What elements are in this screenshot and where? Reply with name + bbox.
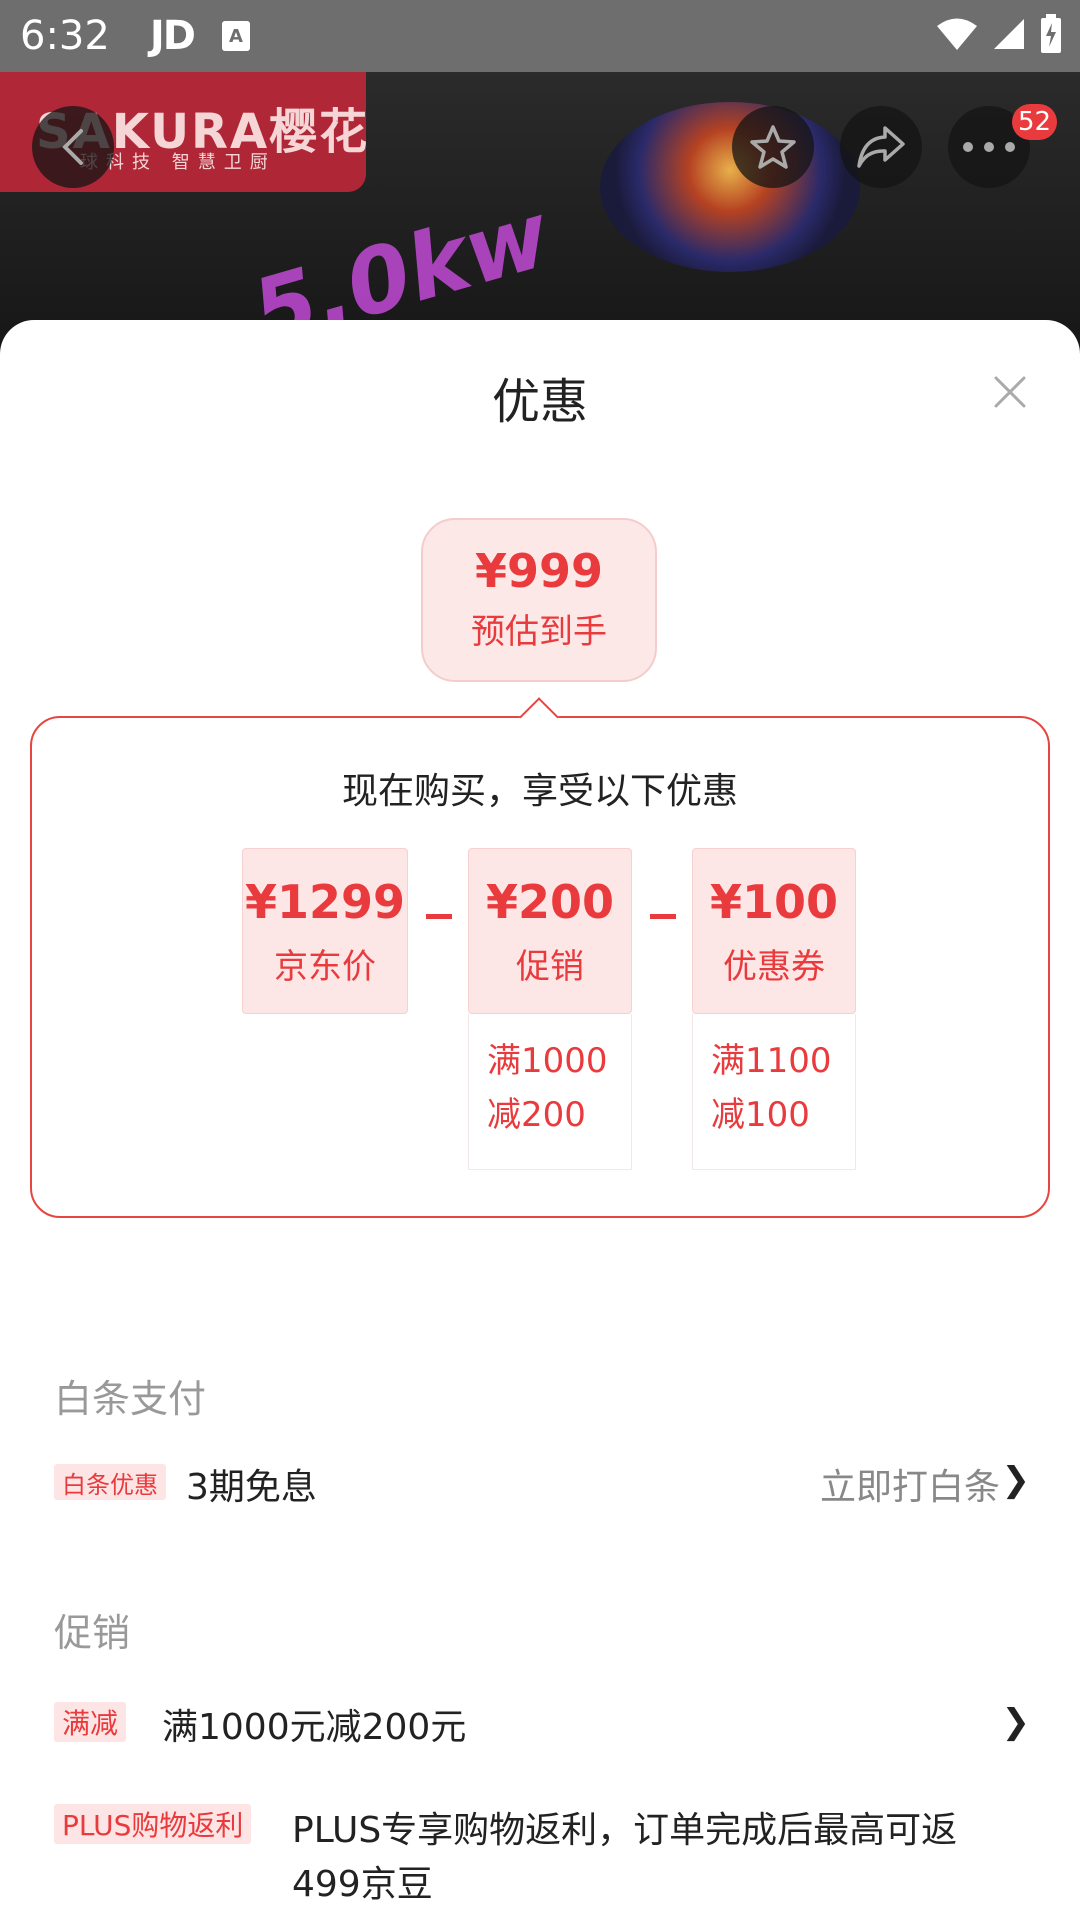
manjian-tag: 满减 <box>54 1702 127 1742</box>
coupon-condition: 满1100 减100 <box>692 1014 856 1170</box>
coupon-tile: ¥100 优惠券 <box>692 848 856 1014</box>
star-icon <box>750 125 796 169</box>
promo-discount-label: 促销 <box>516 947 584 987</box>
chevron-right-icon: ❯ <box>1001 1702 1031 1742</box>
minus-sign <box>426 914 452 919</box>
promo-discount-tile: ¥200 促销 <box>468 848 632 1014</box>
discount-sheet: 优惠 ¥999 预估到手 现在购买，享受以下优惠 ¥1299 京东价 ¥200 … <box>0 320 1080 1920</box>
price-breakdown-heading: 现在购买，享受以下优惠 <box>341 771 738 812</box>
baitiao-section-title: 白条支付 <box>54 1377 207 1421</box>
close-icon <box>994 376 1026 408</box>
share-button[interactable] <box>840 106 922 188</box>
baitiao-text: 3期免息 <box>186 1467 317 1508</box>
wifi-icon <box>937 18 977 50</box>
promo-condition-line2: 减200 <box>487 1095 586 1135</box>
baitiao-tag: 白条优惠 <box>54 1464 166 1500</box>
coupon-value: ¥100 <box>709 875 839 929</box>
notification-a-icon: A <box>221 21 250 51</box>
plus-rebate-line1: PLUS专享购物返利，订单完成后最高可返 <box>292 1810 958 1851</box>
more-dots-icon <box>963 142 1015 152</box>
coupon-condition-line2: 减100 <box>711 1095 810 1135</box>
share-icon <box>857 126 905 168</box>
signal-icon <box>994 19 1024 49</box>
close-button[interactable] <box>988 370 1032 414</box>
favorite-button[interactable] <box>732 106 814 188</box>
notification-jd-icon: JD <box>149 13 196 59</box>
chevron-right-icon: ❯ <box>1001 1460 1031 1500</box>
plus-rebate-text: PLUS专享购物返利，订单完成后最高可返 499京豆 <box>292 1804 1032 1912</box>
estimated-price-bubble: ¥999 预估到手 <box>421 518 657 682</box>
minus-sign <box>650 914 676 919</box>
sheet-title: 优惠 <box>491 374 588 430</box>
baitiao-link[interactable]: 立即打白条 <box>820 1458 1000 1510</box>
jd-price-label: 京东价 <box>274 947 376 987</box>
promo-discount-value: ¥200 <box>485 875 615 929</box>
promo-condition-line1: 满1000 <box>487 1041 608 1081</box>
message-count-badge: 52 <box>1012 104 1058 140</box>
coupon-label: 优惠券 <box>723 947 825 987</box>
promo-section-title: 促销 <box>54 1611 131 1655</box>
jd-price-value: ¥1299 <box>244 875 406 929</box>
status-time: 6:32 <box>20 13 110 59</box>
estimated-price-label: 预估到手 <box>471 612 607 652</box>
plus-rebate-line2: 499京豆 <box>292 1864 433 1905</box>
battery-icon <box>1041 14 1061 53</box>
status-bar: 6:32 JD A <box>0 0 1080 72</box>
coupon-condition-line1: 满1100 <box>711 1041 832 1081</box>
back-button[interactable] <box>32 106 114 188</box>
chevron-left-icon <box>62 129 83 165</box>
jd-price-tile: ¥1299 京东价 <box>242 848 408 1014</box>
manjian-text: 满1000元减200元 <box>162 1707 467 1748</box>
plus-rebate-tag: PLUS购物返利 <box>54 1804 252 1844</box>
promo-discount-condition: 满1000 减200 <box>468 1014 632 1170</box>
wok-image <box>600 102 860 272</box>
estimated-price: ¥999 <box>474 544 604 598</box>
